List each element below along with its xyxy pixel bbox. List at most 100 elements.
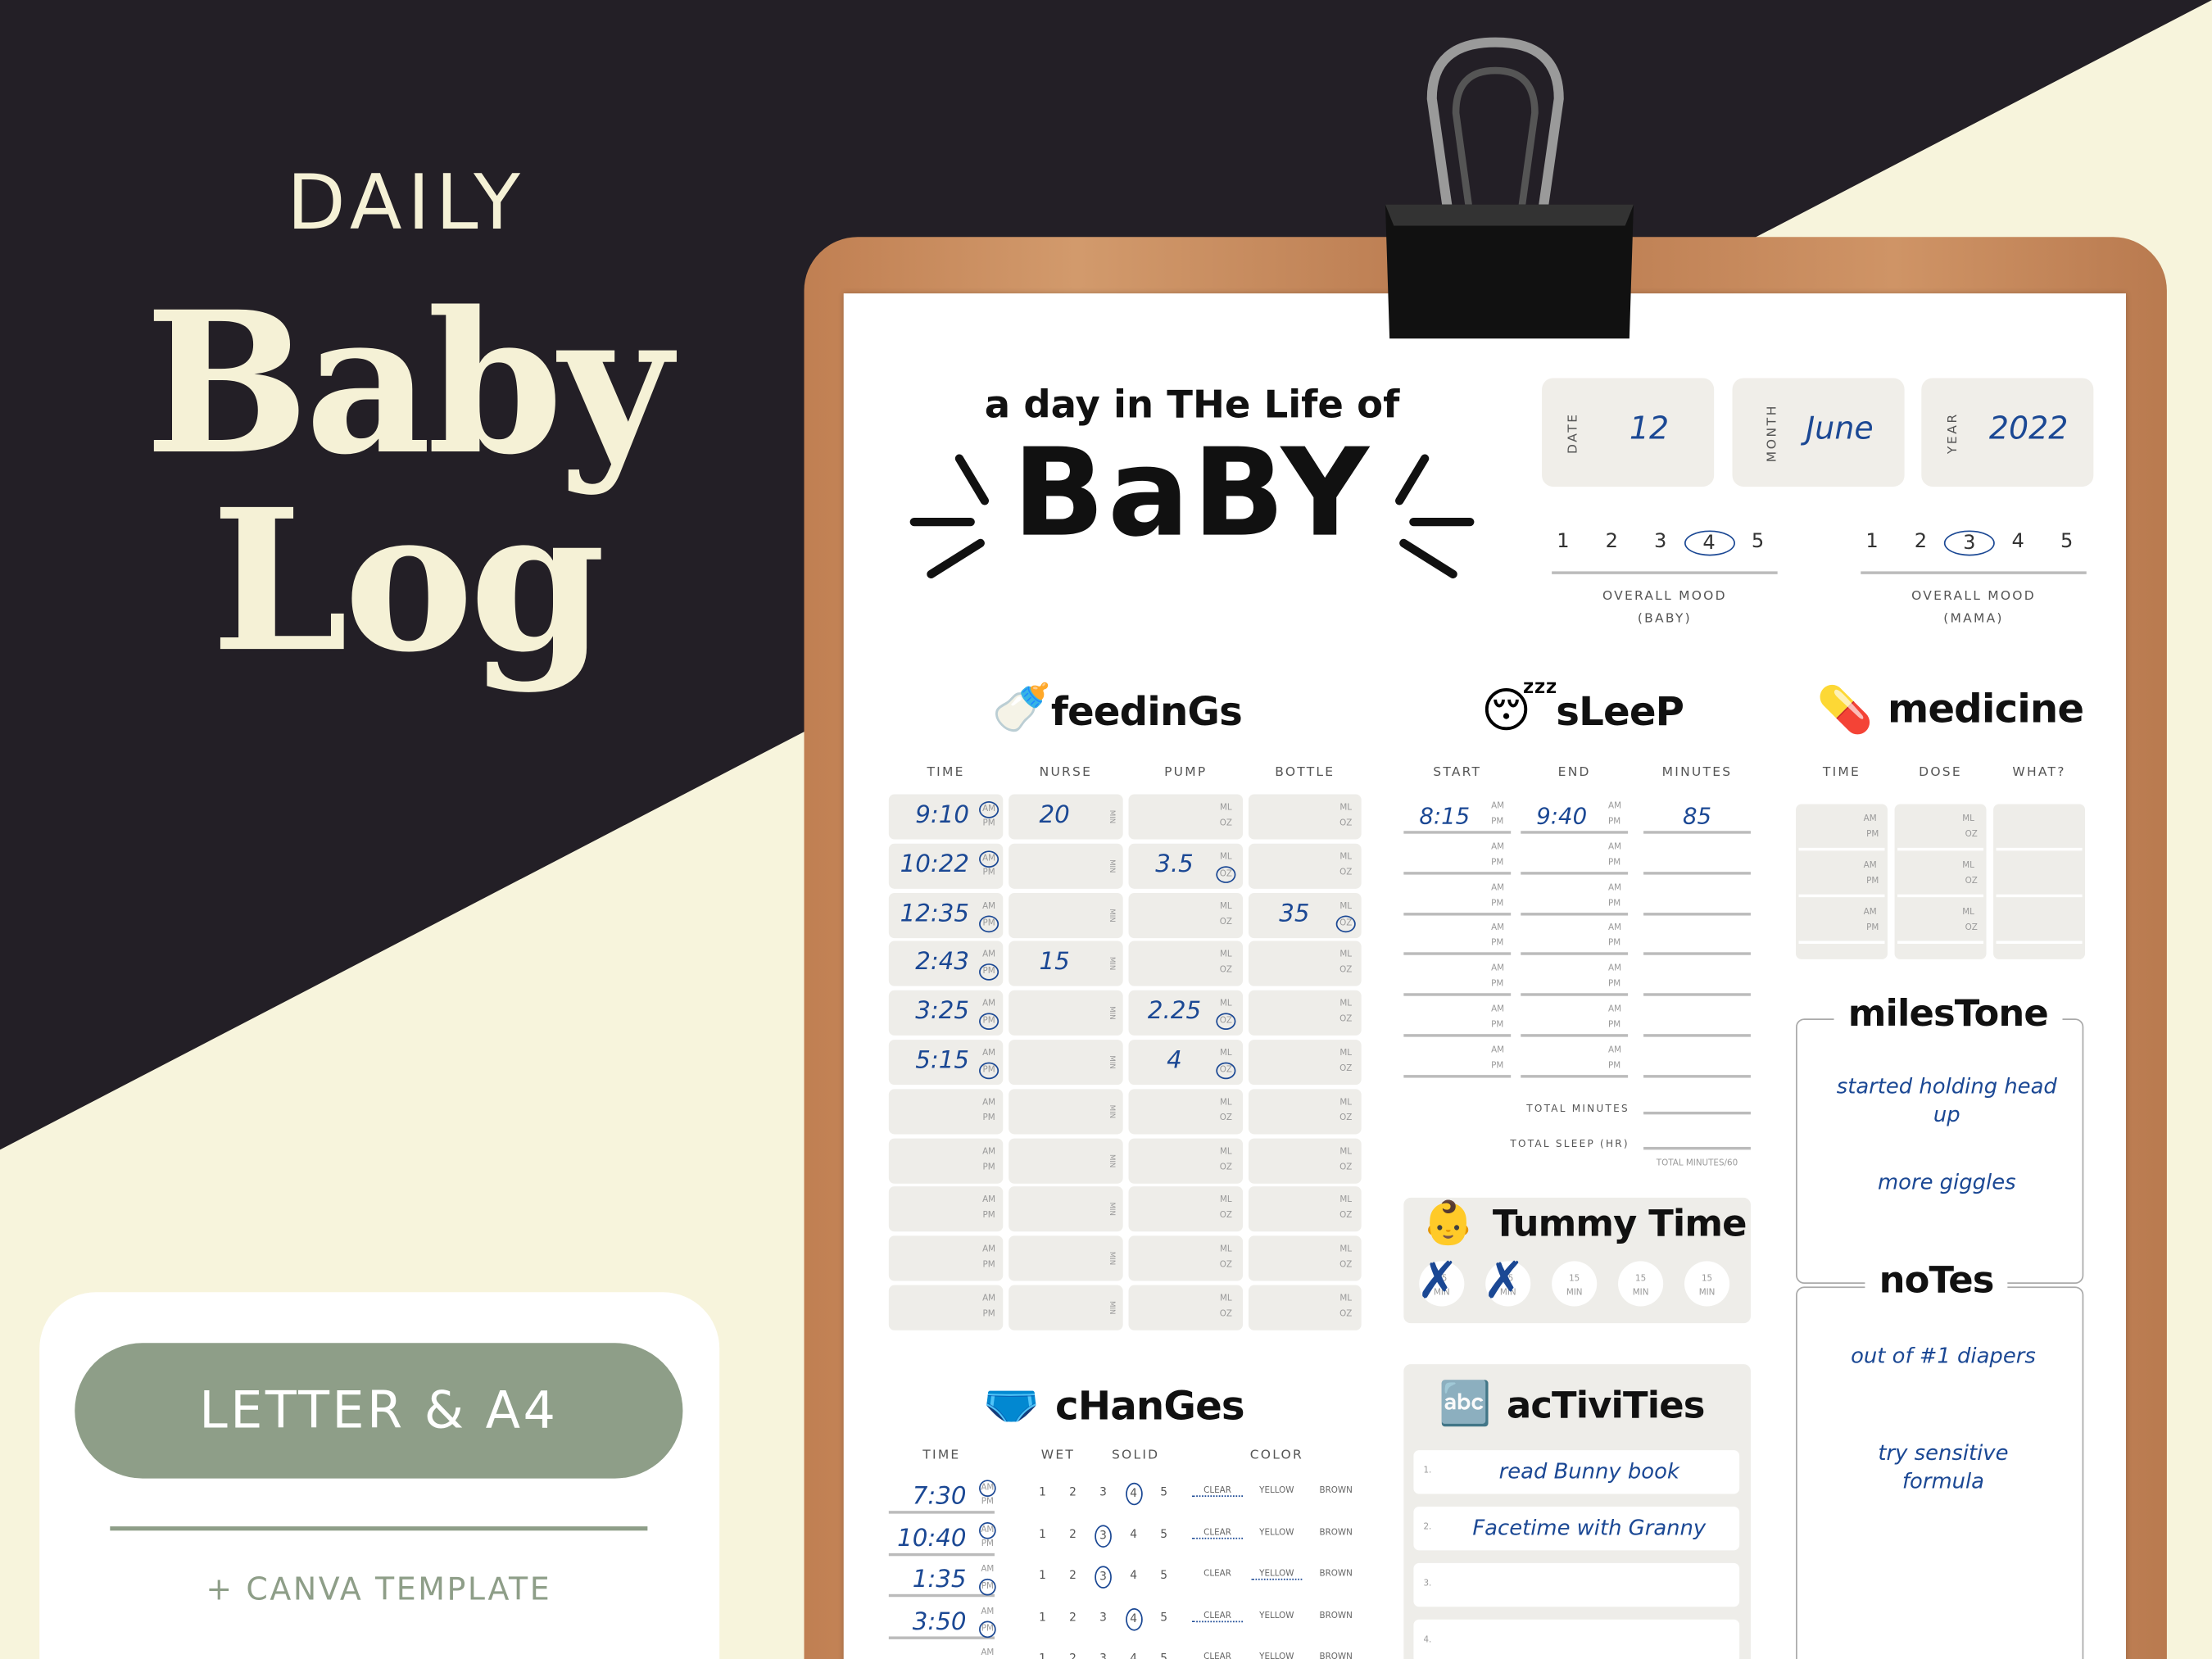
total-sleep-field[interactable] [1643,1133,1751,1150]
mood-option[interactable]: 5 [1743,530,1774,555]
oz-label: OZ [1339,965,1353,976]
sleep-column-header: END [1557,766,1591,781]
notes-entry: out of #1 diapers [1851,1343,2036,1369]
activity-item[interactable]: 4. [1413,1619,1740,1659]
sleep-minutes-field[interactable] [1643,920,1751,956]
mood-option[interactable]: 2 [1596,530,1627,555]
activity-item[interactable]: 2. Facetime with Granny [1413,1507,1740,1551]
tummy-time-slot[interactable]: 15 MIN [1684,1261,1730,1307]
change-color-option[interactable]: YELLOW [1251,1652,1302,1659]
mood-option[interactable]: 1 [1856,530,1888,555]
change-level-option[interactable]: 4 [1125,1607,1142,1630]
sleep-minutes-field[interactable] [1643,1042,1751,1078]
change-time: 1:35 [912,1566,967,1594]
milestone-box[interactable] [1796,1018,2084,1284]
change-level-option[interactable]: 2 [1064,1649,1081,1659]
change-time: 10:40 [897,1524,967,1552]
ml-label: ML [1220,1294,1232,1304]
month-value: June [1806,411,1874,447]
pm-label: PM [979,1578,996,1596]
change-color-option[interactable]: BROWN [1311,1569,1362,1579]
change-level-option[interactable]: 3 [1095,1649,1112,1659]
change-color-option[interactable]: BROWN [1311,1527,1362,1537]
change-color-option[interactable]: BROWN [1311,1652,1362,1659]
date-field[interactable]: DATE 12 [1542,378,1715,487]
activity-item[interactable]: 3. [1413,1562,1740,1607]
change-color-option[interactable]: CLEAR [1192,1485,1244,1497]
pm-label: PM [1608,979,1621,990]
ml-label: ML [1962,907,1974,918]
change-level-option[interactable]: 1 [1034,1525,1051,1544]
am-label: AM [1608,963,1621,974]
change-color-option[interactable]: BROWN [1311,1485,1362,1495]
mood-scale-mama[interactable]: 12345 [1856,530,2083,556]
change-level-option[interactable]: 2 [1064,1525,1081,1544]
change-color-option[interactable]: YELLOW [1251,1527,1302,1537]
mood-option[interactable]: 2 [1905,530,1936,555]
ml-label: ML [1220,851,1232,862]
mood-option[interactable]: 3 [1645,530,1676,555]
change-color-option[interactable]: YELLOW [1251,1485,1302,1495]
promo-title-baby: Baby [144,268,673,498]
activity-text: Facetime with Granny [1472,1515,1707,1541]
change-color-option[interactable]: CLEAR [1192,1527,1244,1539]
change-level-option[interactable]: 2 [1064,1483,1081,1503]
change-color-option[interactable]: CLEAR [1192,1652,1243,1659]
changes-column-header: COLOR [1249,1448,1303,1463]
medicine-field[interactable] [1996,811,2083,851]
change-level-option[interactable]: 1 [1034,1483,1051,1503]
am-label: AM [981,1564,995,1575]
oz-label: OZ [1965,829,1978,840]
ml-label: ML [1339,1195,1353,1206]
change-level-option[interactable]: 3 [1095,1483,1112,1503]
sleep-minutes-field[interactable] [1643,1002,1751,1037]
format-badge: LETTER & A4 [75,1343,683,1479]
activity-item[interactable]: 1. read Bunny book [1413,1450,1740,1494]
change-color-option[interactable]: CLEAR [1192,1569,1243,1579]
change-level-option[interactable]: 5 [1155,1649,1172,1659]
change-level-option[interactable]: 1 [1034,1649,1051,1659]
change-color-option[interactable]: CLEAR [1192,1611,1244,1622]
sleep-minutes-field[interactable] [1643,880,1751,915]
sleep-minutes-field[interactable] [1643,839,1751,875]
change-level-option[interactable]: 4 [1125,1566,1142,1585]
change-level-option[interactable]: 5 [1155,1525,1172,1544]
oz-label: OZ [1219,1260,1232,1271]
mood-option[interactable]: 5 [2051,530,2083,555]
change-level-option[interactable]: 5 [1155,1566,1172,1585]
medicine-field[interactable] [1996,858,2083,898]
change-color-option[interactable]: YELLOW [1251,1611,1302,1620]
am-label: AM [982,1097,996,1108]
change-level-option[interactable]: 3 [1095,1566,1112,1589]
change-level-option[interactable]: 3 [1095,1524,1112,1548]
mood-scale-baby[interactable]: 12345 [1548,530,1774,556]
change-level-option[interactable]: 2 [1064,1566,1081,1585]
change-level-option[interactable]: 1 [1034,1607,1051,1627]
sleep-title: sLeeP [1556,688,1684,736]
mood-option[interactable]: 1 [1548,530,1579,555]
change-level-option[interactable]: 5 [1155,1483,1172,1503]
change-level-option[interactable]: 2 [1064,1607,1081,1627]
change-level-option[interactable]: 5 [1155,1607,1172,1627]
tummy-time-slot[interactable]: 15 MIN [1552,1261,1598,1307]
tummy-time-slot[interactable]: 15 MIN [1618,1261,1664,1307]
change-level-option[interactable]: 4 [1125,1525,1142,1544]
month-field[interactable]: MONTH June [1732,378,1905,487]
pm-label: PM [1491,817,1504,827]
change-color-option[interactable]: BROWN [1311,1611,1362,1620]
mood-option[interactable]: 4 [1684,530,1735,556]
mood-sub-baby: (BABY) [1637,612,1692,627]
am-label: AM [1863,814,1877,824]
change-level-option[interactable]: 4 [1125,1649,1142,1659]
mood-option[interactable]: 3 [1943,530,1995,556]
medicine-field[interactable] [1996,904,2083,944]
change-level-option[interactable]: 4 [1125,1482,1142,1506]
total-minutes-field[interactable] [1643,1098,1751,1115]
change-level-option[interactable]: 1 [1034,1566,1051,1585]
sleep-minutes-field[interactable] [1643,961,1751,997]
mood-option[interactable]: 4 [2002,530,2033,555]
year-field[interactable]: YEAR 2022 [1921,378,2094,487]
change-color-option[interactable]: YELLOW [1251,1569,1303,1580]
change-level-option[interactable]: 3 [1095,1607,1112,1627]
pm-label: PM [1608,857,1621,868]
